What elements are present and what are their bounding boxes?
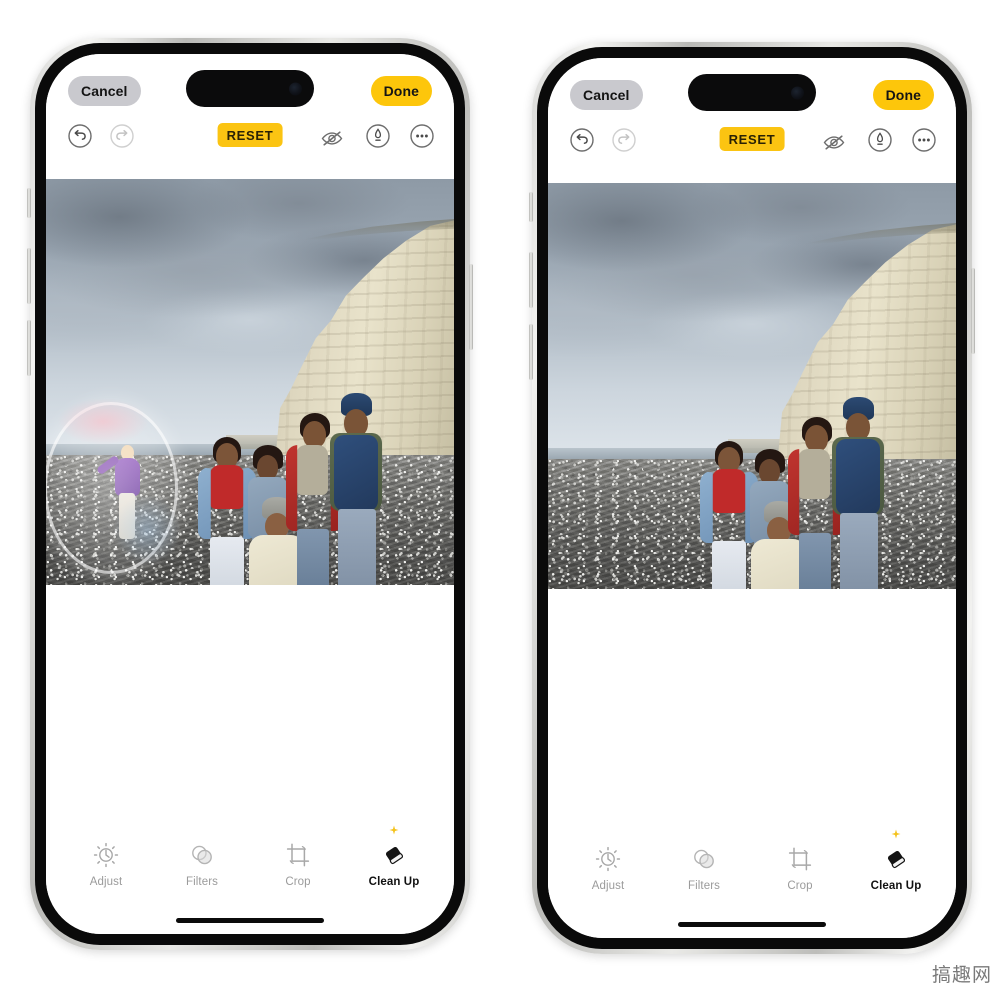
front-camera-icon <box>289 82 302 95</box>
action-button[interactable] <box>27 188 31 218</box>
tab-label-clean-up: Clean Up <box>368 876 420 888</box>
phone-bezel: Cancel Done RESET Adjust Filters Crop Cl… <box>35 43 465 945</box>
phone-mockup-after: Cancel Done RESET Adjust Filters Crop Cl… <box>529 42 975 954</box>
photo-canvas-after[interactable] <box>548 183 956 621</box>
clean-up-eraser-icon <box>385 847 404 865</box>
editor-bottom-bar: Adjust Filters Crop Clean Up <box>46 585 454 934</box>
volume-down-button[interactable] <box>529 324 533 380</box>
people-group <box>548 183 956 621</box>
clean-up-eraser-icon <box>887 851 906 869</box>
cleanup-brush-selection[interactable] <box>47 398 181 571</box>
filters-circles-icon <box>192 845 212 865</box>
dynamic-island <box>186 70 314 107</box>
sparkle-icon <box>389 825 399 835</box>
phone-bezel: Cancel Done RESET Adjust Filters Crop Cl… <box>537 47 967 949</box>
tab-filters[interactable]: Filters <box>171 841 233 888</box>
tab-label-adjust: Adjust <box>591 880 625 892</box>
editor-tab-bar: Adjust Filters Crop Clean Up <box>46 825 454 888</box>
eye-slash-icon[interactable] <box>820 128 848 156</box>
front-camera-icon <box>791 86 804 99</box>
editor-tab-bar: Adjust Filters Crop Clean Up <box>548 829 956 892</box>
tab-label-crop: Crop <box>787 880 813 892</box>
phone-screen-after: Cancel Done RESET Adjust Filters Crop Cl… <box>548 58 956 938</box>
tab-crop[interactable]: Crop <box>267 841 329 888</box>
volume-up-button[interactable] <box>27 248 31 304</box>
adjust-dial-icon <box>93 842 119 868</box>
action-button[interactable] <box>529 192 533 222</box>
tab-crop[interactable]: Crop <box>769 845 831 892</box>
editor-tool-row: RESET <box>548 126 956 160</box>
filters-circles-icon <box>694 849 714 869</box>
cancel-button[interactable]: Cancel <box>68 76 141 106</box>
power-button[interactable] <box>469 264 473 350</box>
home-indicator[interactable] <box>678 922 826 927</box>
done-button[interactable]: Done <box>872 80 934 110</box>
photo-canvas-before[interactable] <box>46 179 454 617</box>
screenshot-stage: Cancel Done RESET Adjust Filters Crop Cl… <box>0 0 1000 993</box>
tab-adjust[interactable]: Adjust <box>75 841 137 888</box>
reset-button[interactable]: RESET <box>217 123 283 147</box>
crop-frame-icon <box>286 843 310 867</box>
undo-icon[interactable] <box>66 122 94 150</box>
markup-pen-icon[interactable] <box>364 122 392 150</box>
cancel-button[interactable]: Cancel <box>570 80 643 110</box>
tab-adjust[interactable]: Adjust <box>577 845 639 892</box>
person-man-navy <box>324 393 392 617</box>
home-indicator[interactable] <box>176 918 324 923</box>
phone-screen-before: Cancel Done RESET Adjust Filters Crop Cl… <box>46 54 454 934</box>
dynamic-island <box>688 74 816 111</box>
photo-image <box>548 183 956 621</box>
power-button[interactable] <box>971 268 975 354</box>
markup-pen-icon[interactable] <box>866 126 894 154</box>
tab-label-filters: Filters <box>185 876 218 888</box>
redo-icon[interactable] <box>108 122 136 150</box>
site-watermark: 搞趣网 <box>931 964 992 986</box>
phone-mockup-before: Cancel Done RESET Adjust Filters Crop Cl… <box>27 38 473 950</box>
done-button[interactable]: Done <box>370 76 432 106</box>
crop-frame-icon <box>788 847 812 871</box>
eye-slash-icon[interactable] <box>318 124 346 152</box>
tab-label-crop: Crop <box>285 876 311 888</box>
reset-button[interactable]: RESET <box>719 127 785 151</box>
editor-bottom-bar: Adjust Filters Crop Clean Up <box>548 589 956 938</box>
adjust-dial-icon <box>595 846 621 872</box>
tab-label-filters: Filters <box>687 880 720 892</box>
sparkle-icon <box>891 829 901 839</box>
tab-label-clean-up: Clean Up <box>870 880 922 892</box>
tab-label-adjust: Adjust <box>89 876 123 888</box>
editor-tool-row: RESET <box>46 122 454 156</box>
volume-up-button[interactable] <box>529 252 533 308</box>
undo-icon[interactable] <box>568 126 596 154</box>
more-options-icon[interactable] <box>910 126 938 154</box>
more-options-icon[interactable] <box>408 122 436 150</box>
volume-down-button[interactable] <box>27 320 31 376</box>
redo-icon[interactable] <box>610 126 638 154</box>
photo-image <box>46 179 454 617</box>
tab-filters[interactable]: Filters <box>673 845 735 892</box>
person-man-navy <box>826 397 894 621</box>
tab-clean-up[interactable]: Clean Up <box>865 829 927 892</box>
tab-clean-up[interactable]: Clean Up <box>363 825 425 888</box>
